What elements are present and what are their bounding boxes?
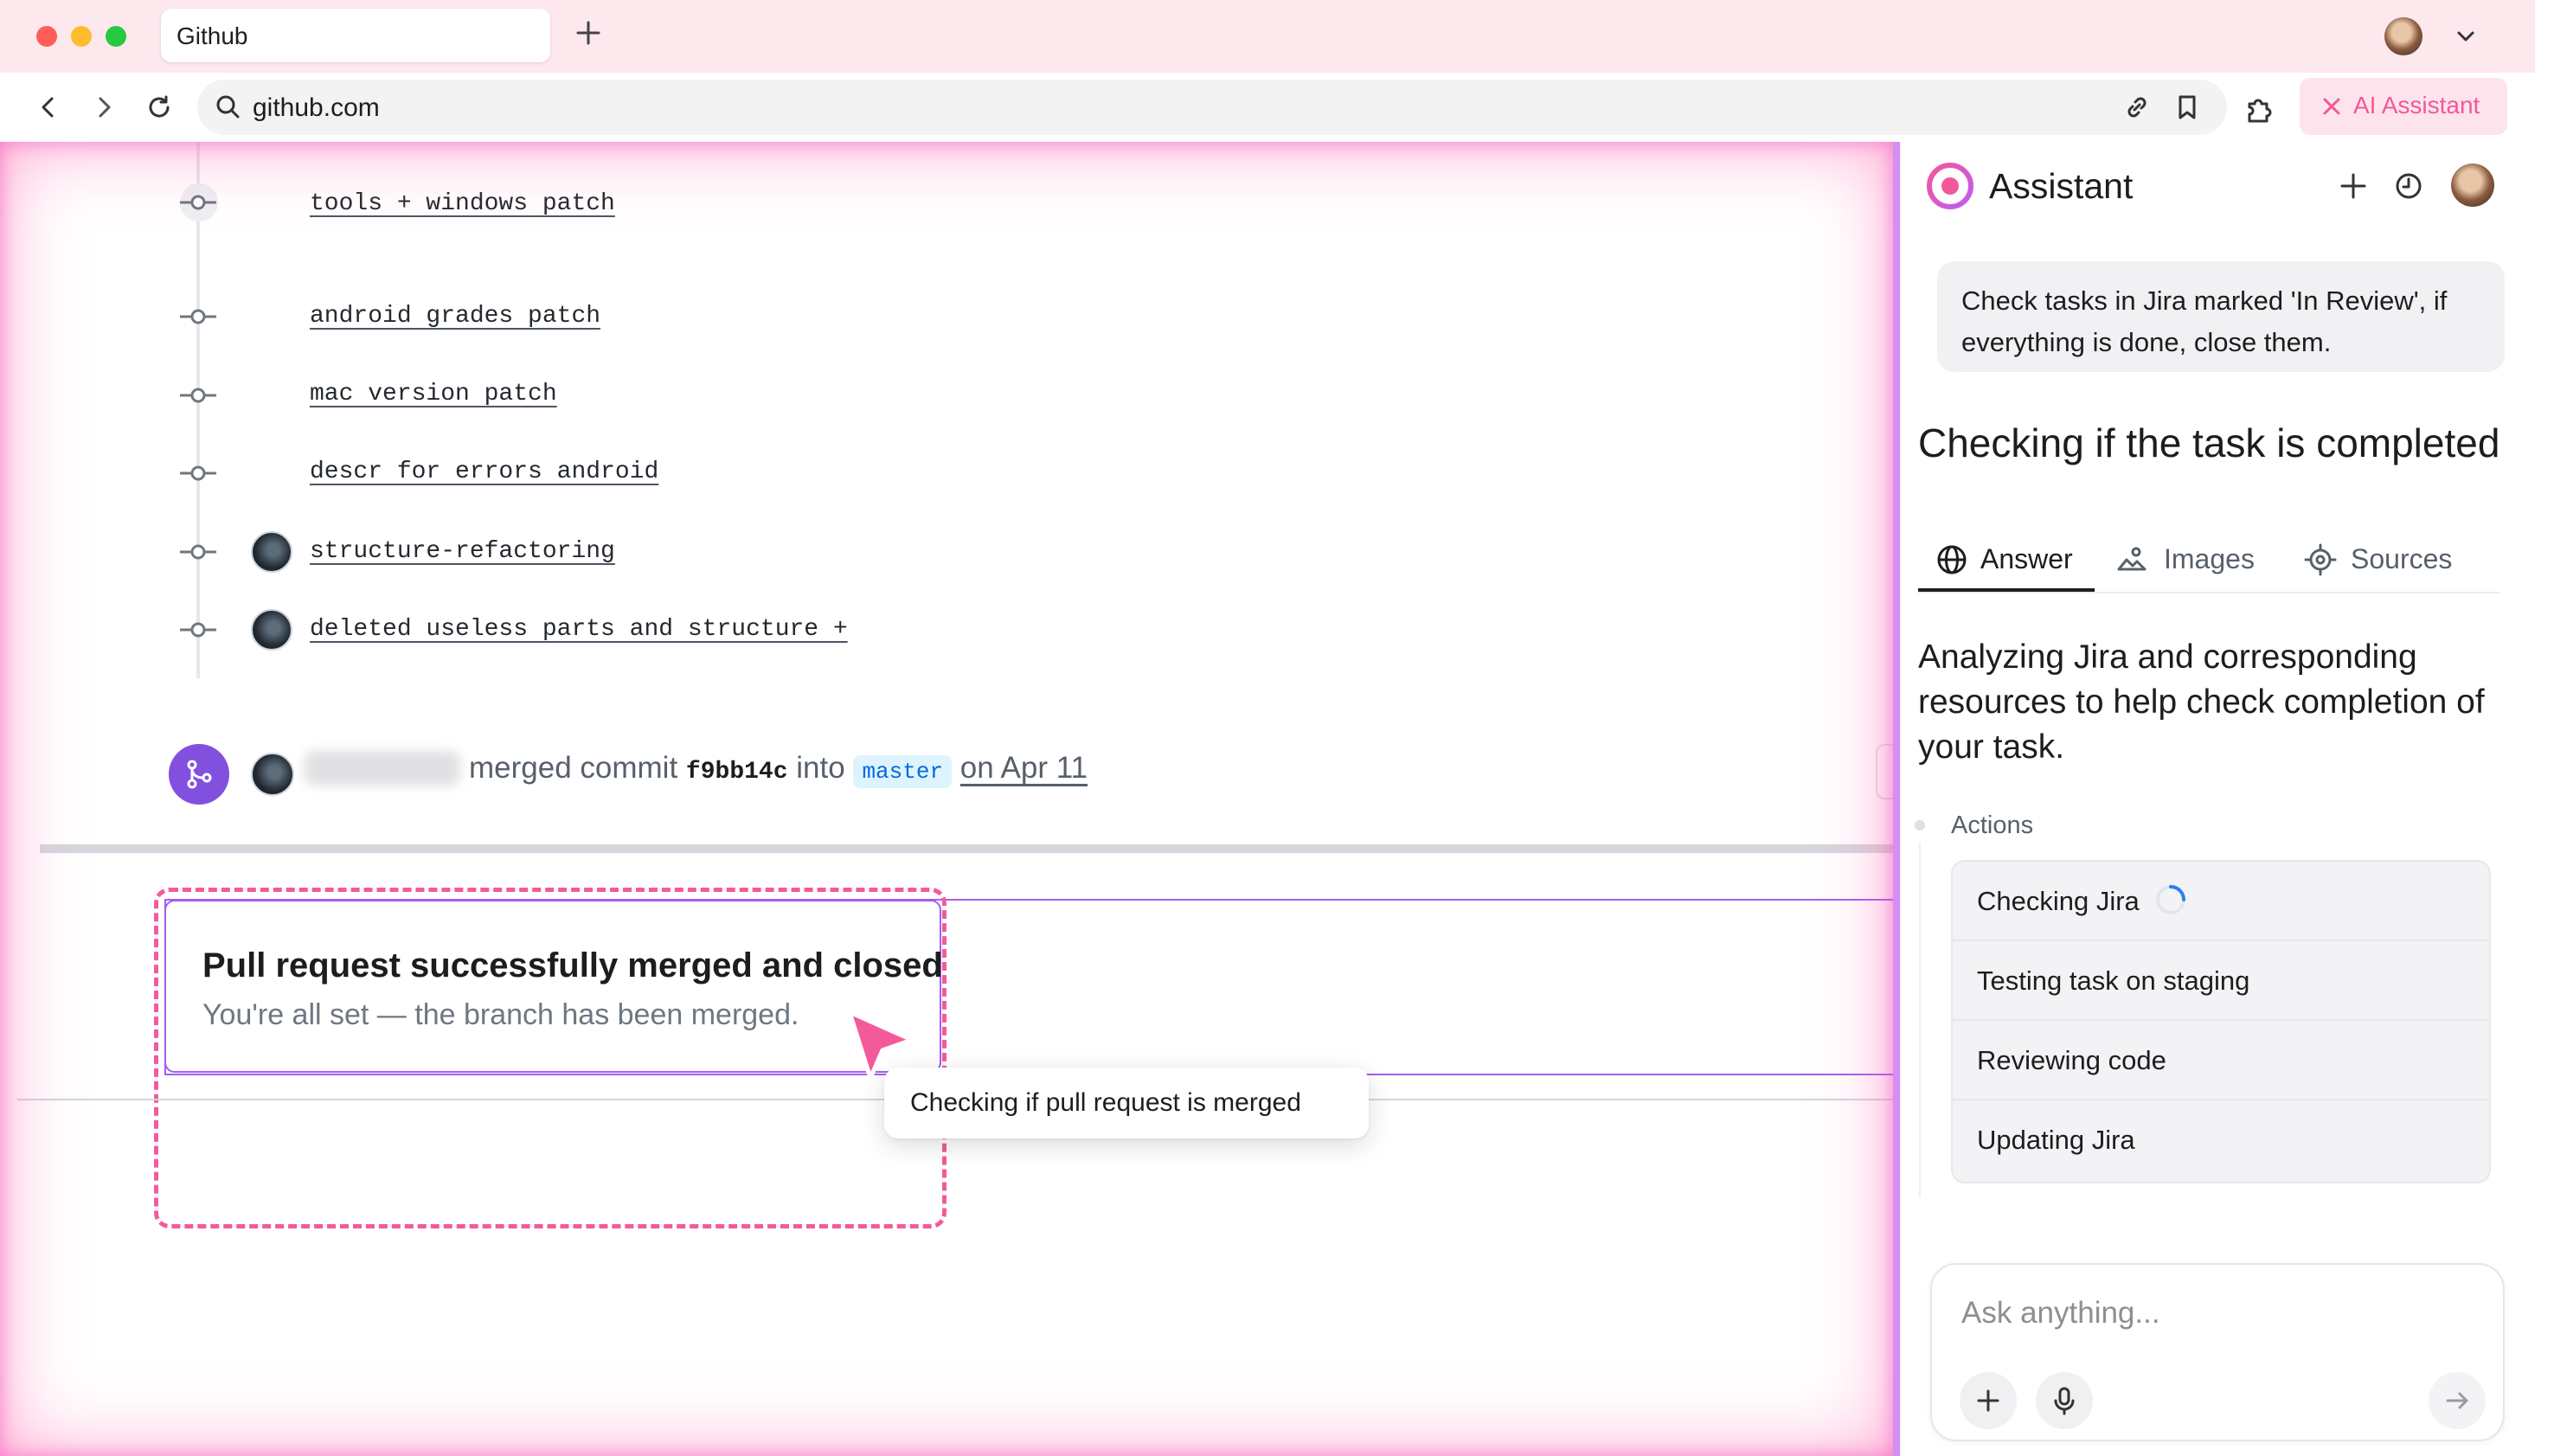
loading-spinner-icon [2156, 885, 2185, 914]
commit-author-avatar[interactable] [251, 609, 292, 651]
back-icon[interactable] [31, 90, 66, 125]
bookmark-icon[interactable] [2170, 90, 2204, 125]
tab-images-label: Images [2164, 543, 2255, 574]
chevron-down-icon[interactable] [2448, 19, 2483, 54]
tab-answer[interactable]: Answer [1918, 535, 2095, 592]
plus-icon [576, 21, 600, 45]
merge-date-link[interactable]: on Apr 11 [960, 751, 1088, 785]
user-prompt-text: Check tasks in Jira marked 'In Review', … [1961, 285, 2448, 357]
commit-link[interactable]: deleted useless parts and structure + [310, 616, 848, 643]
search-icon [216, 95, 240, 119]
merger-avatar[interactable] [251, 753, 294, 796]
browser-tab[interactable]: Github [161, 9, 550, 62]
action-label: Updating Jira [1977, 1125, 2135, 1155]
history-icon[interactable] [2390, 168, 2427, 204]
commit-link[interactable]: android grades patch [310, 303, 600, 330]
new-tab-button[interactable] [571, 16, 606, 56]
action-item[interactable]: Updating Jira [1953, 1100, 2489, 1180]
profile-avatar[interactable] [2384, 17, 2422, 55]
tooltip-text: Checking if pull request is merged [910, 1088, 1301, 1117]
user-prompt-bubble: Check tasks in Jira marked 'In Review', … [1937, 261, 2505, 372]
link-icon[interactable] [2120, 90, 2154, 125]
actions-bullet [1915, 820, 1925, 831]
action-label: Testing task on staging [1977, 965, 2250, 996]
branch-label[interactable]: master [853, 755, 953, 788]
merge-event-text: merged commit f9bb14c into master on Apr… [469, 751, 1088, 788]
arrow-right-icon [2446, 1392, 2468, 1409]
ai-assistant-button[interactable]: AI Assistant [2300, 78, 2507, 135]
response-answer-text: Analyzing Jira and corresponding resourc… [1918, 638, 2485, 766]
commit-link[interactable]: mac version patch [310, 381, 557, 407]
ai-assistant-label: AI Assistant [2353, 92, 2480, 119]
actions-list: Checking Jira Testing task on staging Re… [1951, 860, 2491, 1183]
tab-sources[interactable]: Sources [2304, 535, 2499, 592]
tab-sources-label: Sources [2351, 543, 2453, 574]
tab-answer-label: Answer [1980, 543, 2073, 574]
actions-rail [1919, 843, 1921, 1197]
ask-input[interactable] [1960, 1291, 2482, 1336]
action-label: Reviewing code [1977, 1045, 2166, 1075]
commit-node-icon [180, 465, 216, 481]
browser-window: Github github.com AI Assistant tools + w… [0, 0, 2536, 1456]
tab-title: Github [176, 22, 248, 49]
active-tab-indicator [1918, 588, 2095, 592]
commit-node-icon [180, 309, 216, 324]
minimize-window-button[interactable] [71, 26, 92, 47]
target-icon [2304, 543, 2337, 576]
plus-icon [1977, 1389, 1999, 1412]
timeline-line [196, 142, 200, 678]
action-item[interactable]: Reviewing code [1953, 1021, 2489, 1100]
action-label: Checking Jira [1977, 886, 2140, 916]
commit-link[interactable]: descr for errors android [310, 459, 658, 485]
globe-icon [1937, 545, 1967, 574]
assistant-logo-icon [1927, 163, 1973, 209]
assistant-panel: Assistant Check tasks in Jira marked 'In… [1900, 142, 2536, 1456]
side-handle[interactable] [1876, 744, 1895, 799]
url-text: github.com [253, 93, 380, 122]
commit-sha[interactable]: f9bb14c [686, 759, 788, 786]
commit-node-icon [180, 388, 216, 403]
tab-bar: Github [0, 0, 2535, 74]
page-content: tools + windows patch android grades pat… [0, 142, 1900, 1456]
ai-action-tooltip: Checking if pull request is merged [884, 1068, 1369, 1139]
actions-label: Actions [1951, 811, 2034, 839]
chat-composer [1930, 1263, 2505, 1441]
blurred-username [305, 751, 460, 786]
commit-node-icon [180, 622, 216, 638]
voice-button[interactable] [2036, 1372, 2093, 1429]
merged-commit-text: merged commit [469, 751, 678, 785]
merge-badge [169, 744, 229, 805]
tab-images[interactable]: Images [2115, 535, 2280, 592]
ai-active-glow [0, 142, 1900, 1456]
response-tabs: Answer Images Sources [1918, 535, 2499, 593]
user-avatar[interactable] [2451, 164, 2494, 207]
close-window-button[interactable] [36, 26, 57, 47]
reload-icon[interactable] [142, 90, 176, 125]
microphone-icon [2054, 1387, 2075, 1415]
maximize-window-button[interactable] [106, 26, 126, 47]
commit-author-avatar[interactable] [251, 531, 292, 573]
forward-icon[interactable] [87, 90, 121, 125]
timeline-divider [40, 844, 1900, 853]
address-bar[interactable]: github.com [197, 80, 2227, 135]
action-item[interactable]: Checking Jira [1953, 862, 2489, 941]
send-button[interactable] [2429, 1372, 2486, 1429]
extensions-icon[interactable] [2241, 90, 2277, 126]
commit-node-icon [180, 544, 216, 560]
ai-highlight-box [154, 888, 947, 1228]
navigation-bar: github.com AI Assistant [0, 73, 2535, 143]
assistant-title: Assistant [1989, 166, 2134, 206]
response-heading: Checking if the task is completed [1918, 420, 2500, 465]
images-icon [2117, 547, 2147, 571]
action-item[interactable]: Testing task on staging [1953, 941, 2489, 1021]
close-icon [2323, 98, 2340, 115]
commit-node-icon [180, 195, 216, 210]
attach-button[interactable] [1960, 1372, 2017, 1429]
commit-link[interactable]: structure-refactoring [310, 538, 615, 565]
new-chat-icon[interactable] [2335, 168, 2371, 204]
into-text: into [796, 751, 845, 785]
git-merge-icon [187, 760, 212, 789]
commit-link[interactable]: tools + windows patch [310, 190, 615, 217]
